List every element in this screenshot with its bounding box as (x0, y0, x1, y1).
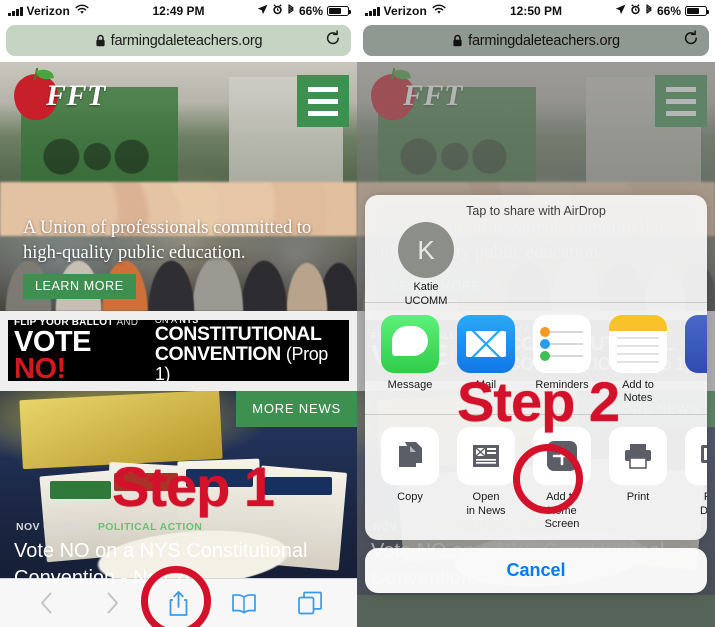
printer-icon (609, 427, 667, 486)
mail-app-icon (457, 315, 515, 373)
news-section: MORE NEWS NOV 07, 2017 - POLITICAL ACTIO… (0, 391, 357, 595)
vote-no-banner[interactable]: FLIP YOUR BALLOT AND VOTE NO! ON A NYS C… (8, 320, 349, 381)
share-app-message[interactable]: Message (379, 315, 441, 405)
news-icon (457, 427, 515, 486)
share-apps-row[interactable]: Message Mail Reminders Add to Notes (365, 303, 707, 414)
wifi-icon (432, 4, 446, 18)
banner-left-group: FLIP YOUR BALLOT AND VOTE NO! (14, 320, 147, 381)
webpage-left: FFT A Union of professionals committed t… (0, 62, 357, 627)
battery-percent-label: 66% (298, 4, 323, 18)
messages-app-icon (381, 315, 439, 373)
bluetooth-icon (287, 3, 295, 19)
share-app-notes[interactable]: Add to Notes (607, 315, 669, 405)
share-app-reminders[interactable]: Reminders (531, 315, 593, 405)
status-right-group-right: 66% (615, 3, 710, 19)
partial-app-icon (685, 315, 707, 373)
status-bar-left: Verizon 12:49 PM 66% (0, 0, 357, 22)
alarm-icon (272, 4, 283, 18)
action-request-desktop-site[interactable]: Req Deskt (683, 427, 707, 531)
share-app-partial[interactable]: F (683, 315, 707, 405)
learn-more-button[interactable]: LEARN MORE (23, 274, 136, 299)
more-news-button[interactable]: MORE NEWS (236, 391, 357, 427)
address-bar-right[interactable]: farmingdaleteachers.org (363, 25, 709, 56)
cellular-signal-icon (365, 6, 380, 16)
action-open-in-news[interactable]: Open in News (455, 427, 517, 531)
battery-icon (685, 6, 710, 16)
screenshot-stage: Verizon 12:49 PM 66% farmingdaleteachers… (0, 0, 715, 627)
alarm-icon (630, 4, 641, 18)
url-bar-container-left: farmingdaleteachers.org (0, 22, 357, 62)
location-arrow-icon (257, 4, 268, 18)
avatar: K (398, 222, 454, 278)
airdrop-title: Tap to share with AirDrop (466, 204, 606, 218)
cellular-signal-icon (8, 6, 23, 16)
status-left-group: Verizon (8, 4, 89, 18)
webpage-right: FFT A Union of professionals committed t… (357, 62, 715, 627)
share-app-mail[interactable]: Mail (455, 315, 517, 405)
url-text-left: farmingdaleteachers.org (110, 32, 263, 49)
airdrop-section: Tap to share with AirDrop K Katie UCOMM (365, 195, 707, 307)
hero-section: FFT A Union of professionals committed t… (0, 62, 357, 311)
action-label: Print (626, 491, 650, 504)
site-logo[interactable]: FFT (8, 66, 126, 128)
action-copy[interactable]: Copy (379, 427, 441, 531)
battery-percent-label: 66% (656, 4, 681, 18)
battery-icon (327, 6, 352, 16)
url-text-right: farmingdaleteachers.org (468, 32, 620, 49)
carrier-label: Verizon (383, 4, 427, 18)
carrier-label: Verizon (26, 4, 70, 18)
request-desktop-icon (685, 427, 707, 486)
location-arrow-icon (615, 4, 626, 18)
status-right-group: 66% (257, 3, 352, 19)
action-print[interactable]: Print (607, 427, 669, 531)
share-app-label: Reminders (535, 379, 589, 391)
reload-icon[interactable] (683, 29, 699, 52)
logo-text: FFT (46, 79, 106, 112)
notes-app-icon (609, 315, 667, 373)
share-app-label: Message (387, 379, 433, 391)
airdrop-contact-katie[interactable]: K Katie UCOMM (393, 222, 459, 309)
vote-banner-container: FLIP YOUR BALLOT AND VOTE NO! ON A NYS C… (0, 311, 357, 391)
airdrop-contact-name-line1: Katie (413, 281, 439, 293)
banner-convention: CONVENTION (Prop 1) (154, 343, 328, 381)
share-sheet: Tap to share with AirDrop K Katie UCOMM … (365, 195, 707, 593)
status-left-group-right: Verizon (365, 4, 446, 18)
left-phone-panel: Verizon 12:49 PM 66% farmingdaleteachers… (0, 0, 357, 627)
hamburger-menu-icon[interactable] (297, 75, 349, 127)
share-app-label: Add to Notes (622, 379, 654, 405)
hero-headline: A Union of professionals committed to hi… (23, 218, 312, 263)
action-add-to-home-screen[interactable]: Add to Home Screen (531, 427, 593, 531)
reload-icon[interactable] (325, 29, 341, 52)
reminders-app-icon (533, 315, 591, 373)
share-actions-row[interactable]: Copy Open in News Add to Home Screen Pri… (365, 415, 707, 540)
action-label: Open in News (466, 491, 506, 517)
action-label: Copy (397, 491, 423, 504)
lock-icon (452, 34, 463, 47)
banner-vote-line: VOTE NO! (14, 326, 91, 381)
copy-icon (381, 427, 439, 486)
action-label: Req Deskt (699, 491, 707, 517)
banner-right-group: ON A NYS CONSTITUTIONAL CONVENTION (Prop… (155, 320, 343, 381)
right-phone-panel: Verizon 12:50 PM 66% farmingdaleteachers… (357, 0, 715, 627)
share-app-label: F (683, 379, 707, 392)
url-bar-container-right: farmingdaleteachers.org (357, 22, 715, 62)
address-bar-left[interactable]: farmingdaleteachers.org (6, 25, 351, 56)
news-headline[interactable]: Vote NO on a NYS Constitutional Conventi… (14, 538, 341, 591)
share-sheet-card: Tap to share with AirDrop K Katie UCOMM … (365, 195, 707, 540)
airdrop-contact-name-line2: UCOMM (404, 294, 448, 307)
action-label: Add to Home Screen (544, 491, 580, 530)
bluetooth-icon (645, 3, 653, 19)
news-date: NOV 07, 2017 - (16, 521, 98, 533)
lock-icon (95, 34, 106, 47)
hero-copy: A Union of professionals committed to hi… (23, 216, 337, 299)
news-category: POLITICAL ACTION (97, 521, 203, 533)
add-plus-icon (533, 427, 591, 486)
status-bar-right: Verizon 12:50 PM 66% (357, 0, 715, 22)
cancel-button[interactable]: Cancel (365, 547, 707, 593)
share-app-label: Mail (475, 379, 497, 391)
wifi-icon (75, 4, 89, 18)
news-meta: NOV 07, 2017 - POLITICAL ACTION (16, 521, 202, 533)
